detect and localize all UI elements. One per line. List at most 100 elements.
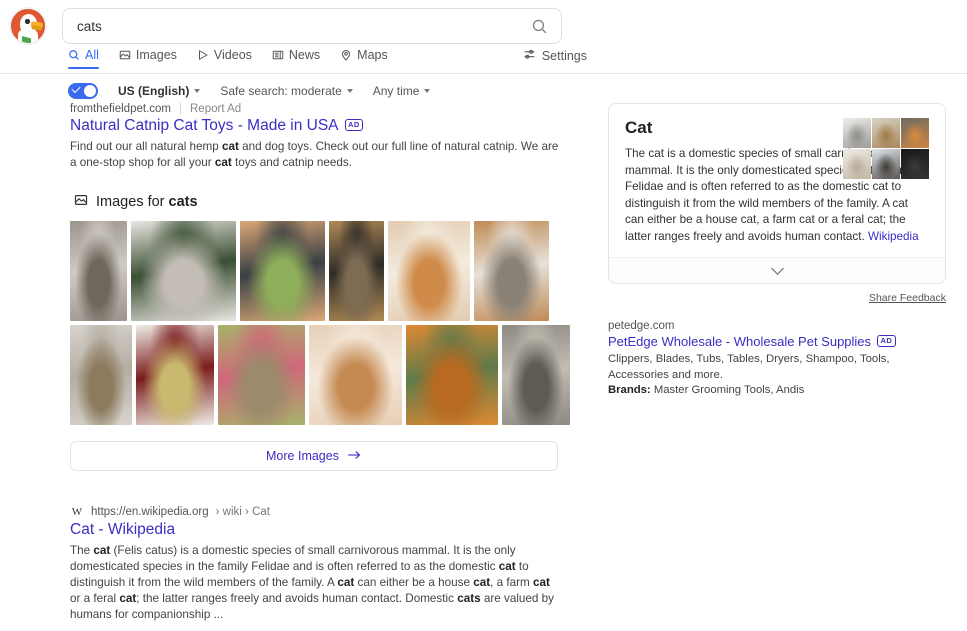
report-ad-link[interactable]: Report Ad [190, 103, 241, 115]
tab-videos-label: Videos [214, 48, 252, 62]
wikipedia-favicon: W [70, 505, 84, 519]
highlighted-term: cat [473, 576, 490, 589]
anonymous-toggle[interactable] [68, 83, 98, 99]
logo-duck-eye [25, 19, 30, 24]
page-header: All Images Videos [0, 0, 967, 74]
ad-result-meta: fromthefieldpet.com | Report Ad [70, 103, 562, 115]
safe-search-filter[interactable]: Safe search: moderate [220, 84, 352, 98]
image-thumbnail[interactable] [70, 325, 132, 425]
highlighted-term: cat [119, 592, 136, 605]
wikipedia-url-text: https://en.wikipedia.org [91, 506, 209, 518]
tab-videos[interactable]: Videos [197, 48, 252, 69]
search-input[interactable] [75, 18, 529, 35]
image-thumbnail[interactable] [388, 221, 470, 321]
image-thumbnail[interactable] [136, 325, 214, 425]
image-thumbnail-surface [502, 325, 570, 425]
image-icon [119, 49, 131, 61]
image-thumbnail[interactable] [218, 325, 305, 425]
tab-all[interactable]: All [68, 48, 99, 69]
image-thumbnail-surface [388, 221, 470, 321]
image-icon [74, 193, 88, 211]
region-filter-label: US (English) [118, 84, 189, 98]
snippet-text: or a feral [70, 592, 119, 605]
safe-search-label: Safe search: moderate [220, 84, 341, 98]
chevron-down-icon [424, 89, 430, 93]
wikipedia-result-title[interactable]: Cat - Wikipedia [70, 521, 562, 539]
breadcrumb: › wiki › Cat [216, 506, 270, 518]
image-thumbnail[interactable] [406, 325, 498, 425]
highlighted-term: cat [93, 544, 110, 557]
region-filter[interactable]: US (English) [118, 84, 200, 98]
snippet-text: can either be a house [354, 576, 473, 589]
image-thumbnail-surface [309, 325, 402, 425]
image-thumbnail[interactable] [329, 221, 384, 321]
knowledge-panel-thumbnail[interactable] [843, 149, 871, 179]
ad-result-snippet: Find out our all natural hemp cat and do… [70, 139, 562, 171]
sidebar-column: Cat The cat is a domestic species of sma… [608, 103, 946, 396]
image-thumbnail[interactable] [240, 221, 325, 321]
image-thumbnail-surface [240, 221, 325, 321]
chevron-down-icon [347, 89, 353, 93]
tab-images[interactable]: Images [119, 48, 177, 69]
more-images-label: More Images [266, 449, 339, 463]
filter-bar: US (English) Safe search: moderate Any t… [68, 82, 430, 100]
highlighted-term: cat [499, 560, 516, 573]
tab-news[interactable]: News [272, 48, 320, 69]
ad-badge: AD [877, 335, 896, 347]
breadcrumb-item-wiki: wiki [223, 506, 242, 518]
image-thumbnail[interactable] [309, 325, 402, 425]
knowledge-panel-thumbnails [843, 118, 929, 179]
play-icon [197, 49, 209, 61]
duckduckgo-logo[interactable] [9, 7, 47, 45]
image-thumbnail-surface [136, 325, 214, 425]
image-thumbnail[interactable] [474, 221, 549, 321]
image-row-2 [70, 325, 562, 425]
sidebar-ad-title[interactable]: PetEdge Wholesale - Wholesale Pet Suppli… [608, 334, 946, 349]
image-thumbnail-surface [70, 221, 127, 321]
ad-result-title-text: Natural Catnip Cat Toys - Made in USA [70, 117, 339, 135]
knowledge-panel-thumbnail[interactable] [901, 149, 929, 179]
check-icon [71, 84, 80, 93]
search-icon [68, 49, 80, 61]
knowledge-panel-thumbnail[interactable] [843, 118, 871, 148]
more-images-button[interactable]: More Images [70, 441, 558, 471]
arrow-right-icon [347, 449, 362, 464]
search-box[interactable] [62, 8, 562, 44]
highlighted-term: cats [457, 592, 480, 605]
tab-news-label: News [289, 48, 320, 62]
images-module-heading: Images for cats [74, 193, 562, 211]
wikipedia-result-url[interactable]: W https://en.wikipedia.org › wiki › Cat [70, 505, 562, 519]
settings-button[interactable]: Settings [523, 48, 587, 64]
highlighted-term: cat [337, 576, 354, 589]
sidebar-ad-brands-label: Brands: [608, 384, 651, 396]
image-thumbnail[interactable] [70, 221, 127, 321]
knowledge-panel-expand-button[interactable] [609, 257, 945, 283]
images-heading-query: cats [169, 194, 198, 210]
knowledge-panel-thumbnail[interactable] [872, 118, 900, 148]
knowledge-panel-thumbnail[interactable] [901, 118, 929, 148]
snippet-text: Find out our all natural hemp [70, 140, 222, 153]
image-thumbnail-surface [474, 221, 549, 321]
chevron-down-icon [771, 262, 784, 275]
sidebar-ad: petedge.com PetEdge Wholesale - Wholesal… [608, 320, 946, 396]
image-row-1 [70, 221, 562, 321]
tab-maps[interactable]: Maps [340, 48, 388, 69]
search-vertical-tabs: All Images Videos [68, 48, 388, 69]
wikipedia-result-snippet: The cat (Felis catus) is a domestic spec… [70, 543, 562, 623]
image-thumbnail-surface [131, 221, 236, 321]
search-icon[interactable] [529, 16, 549, 36]
ad-result: fromthefieldpet.com | Report Ad Natural … [70, 103, 562, 171]
ad-result-title[interactable]: Natural Catnip Cat Toys - Made in USA AD [70, 117, 562, 135]
images-heading-prefix: Images for [96, 194, 169, 210]
knowledge-panel-thumbnail[interactable] [872, 149, 900, 179]
snippet-text: ; the latter ranges freely and avoids hu… [136, 592, 457, 605]
image-thumbnail-surface [329, 221, 384, 321]
share-feedback-link[interactable]: Share Feedback [608, 292, 946, 304]
sidebar-ad-title-text: PetEdge Wholesale - Wholesale Pet Suppli… [608, 334, 871, 349]
sidebar-ad-domain: petedge.com [608, 320, 675, 332]
image-thumbnail[interactable] [502, 325, 570, 425]
image-thumbnail[interactable] [131, 221, 236, 321]
wikipedia-result: W https://en.wikipedia.org › wiki › Cat … [70, 505, 562, 623]
wikipedia-source-link[interactable]: Wikipedia [868, 230, 919, 243]
time-filter[interactable]: Any time [373, 84, 431, 98]
